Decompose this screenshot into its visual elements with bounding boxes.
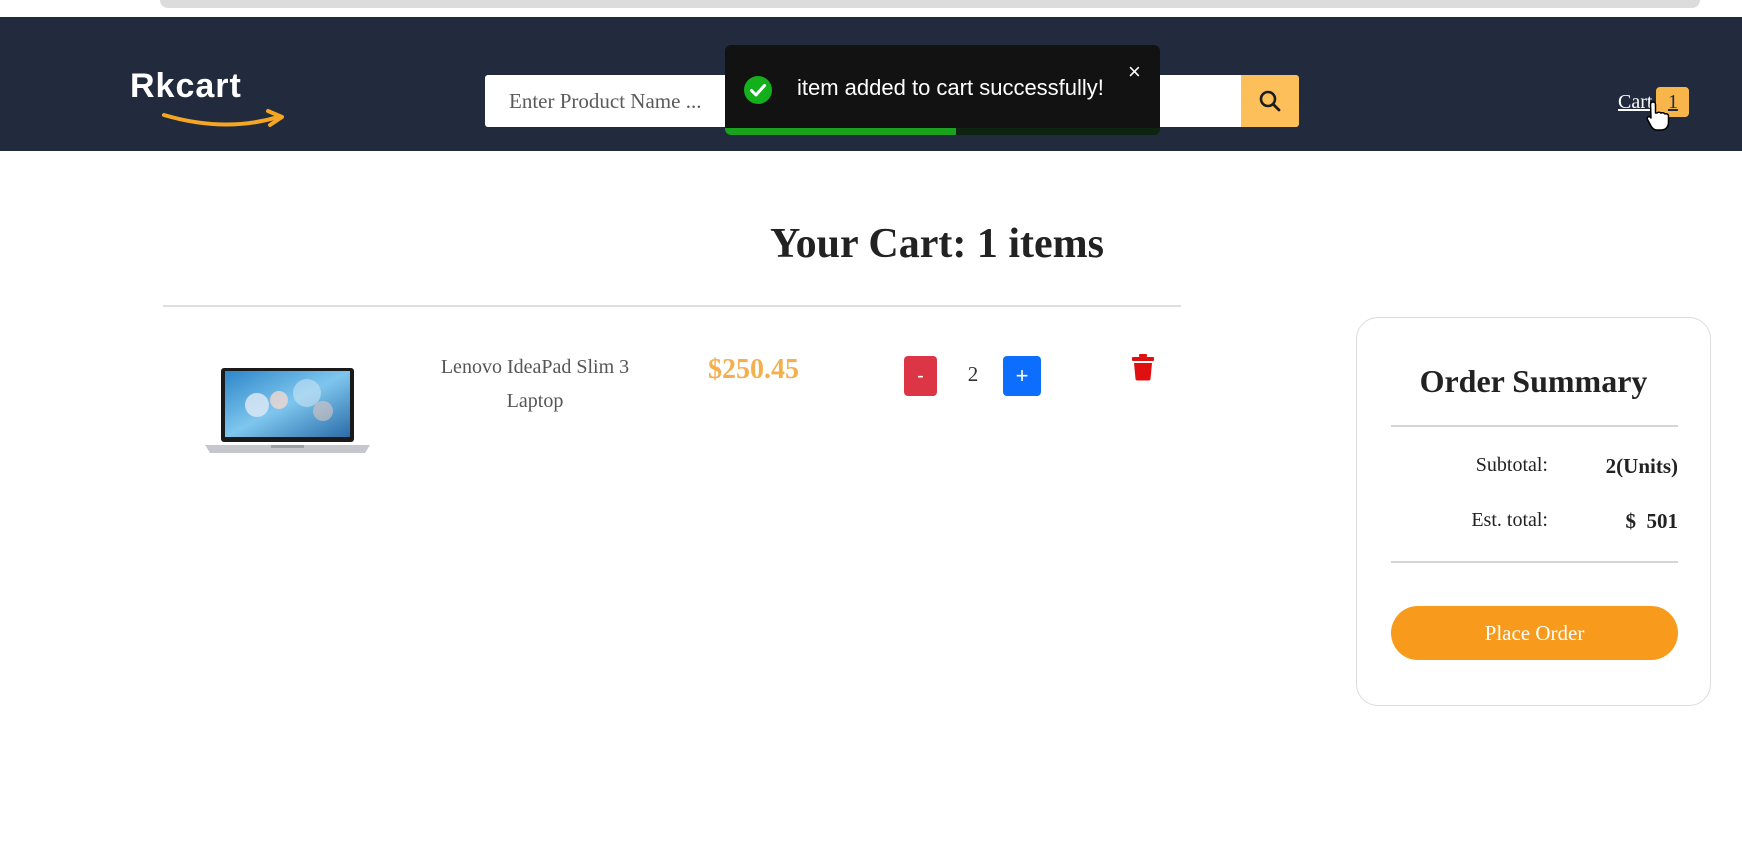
laptop-image[interactable]: [205, 365, 370, 455]
cart-heading-count: 1 items: [976, 221, 1105, 267]
logo[interactable]: Rkcart: [130, 67, 310, 137]
product-name[interactable]: Lenovo IdeaPad Slim 3 Laptop: [425, 350, 645, 418]
toast-progress-track: [725, 128, 1160, 135]
search-button[interactable]: [1241, 75, 1299, 127]
total-value: $ 501: [1625, 509, 1679, 533]
logo-text: Rkcart: [130, 67, 242, 105]
subtotal-value: 2(Units): [1605, 454, 1678, 478]
hand-cursor-icon: [1646, 101, 1670, 131]
order-summary-title: Order Summary: [1419, 363, 1648, 399]
decrease-quantity-button[interactable]: -: [904, 356, 937, 396]
trash-icon[interactable]: [1131, 353, 1155, 381]
logo-smile-icon: [162, 109, 284, 127]
total-label: Est. total:: [1471, 509, 1548, 531]
browser-scroll-strip: [0, 0, 1742, 17]
toast-message: item added to cart successfully!: [797, 75, 1104, 100]
quantity-value: 2: [967, 362, 979, 386]
summary-divider: [1391, 425, 1678, 427]
order-summary-card: Order Summary Subtotal: 2(Units) Est. to…: [1356, 317, 1711, 706]
cart-heading-prefix: Your Cart:: [770, 221, 977, 267]
subtotal-label: Subtotal:: [1475, 454, 1548, 476]
horizontal-scrollbar[interactable]: [160, 0, 1700, 8]
summary-divider: [1391, 561, 1678, 563]
cart-item-row: Lenovo IdeaPad Slim 3 Laptop $250.45 - 2…: [163, 340, 1181, 470]
toast-notification: item added to cart successfully! ×: [725, 45, 1160, 135]
check-circle-icon: [744, 76, 772, 104]
cart-divider: [163, 305, 1181, 307]
product-price: $250.45: [708, 354, 799, 385]
toast-close-button[interactable]: ×: [1128, 61, 1141, 83]
increase-quantity-button[interactable]: +: [1003, 356, 1041, 396]
cart-heading: Your Cart: 1 items: [770, 220, 1104, 268]
place-order-button[interactable]: Place Order: [1391, 606, 1678, 660]
toast-progress-bar: [725, 128, 956, 135]
search-icon: [1259, 90, 1281, 112]
